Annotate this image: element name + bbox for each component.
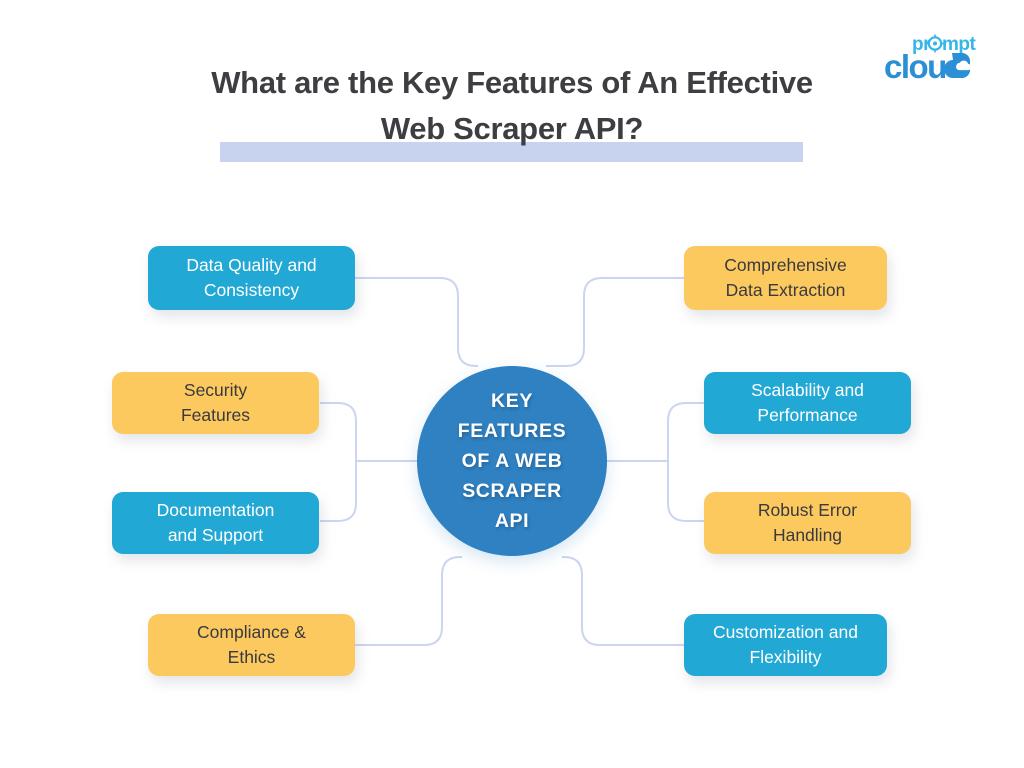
connector-right-4	[562, 556, 684, 646]
connector-left-1	[355, 277, 478, 367]
feature-label: Compliance & Ethics	[197, 622, 306, 667]
center-node-key-features[interactable]: KEY FEATURES OF A WEB SCRAPER API	[417, 366, 607, 556]
connector-right-bracket	[667, 402, 704, 522]
page-title-block: What are the Key Features of An Effectiv…	[180, 60, 844, 152]
feature-label: Robust Error Handling	[757, 500, 858, 545]
feature-node-customization-and-flexibility[interactable]: Customization and Flexibility	[684, 614, 887, 676]
infographic-canvas: pr mpt clou What are the Key Features of…	[0, 0, 1024, 768]
center-node-label: KEY FEATURES OF A WEB SCRAPER API	[457, 390, 567, 532]
feature-node-security-features[interactable]: Security Features	[112, 372, 319, 434]
connector-left-bracket	[320, 402, 357, 522]
feature-label: Customization and Flexibility	[713, 622, 858, 667]
feature-node-compliance-and-ethics[interactable]: Compliance & Ethics	[148, 614, 355, 676]
feature-label: Comprehensive Data Extraction	[724, 255, 847, 300]
feature-label: Documentation and Support	[156, 500, 275, 545]
connector-left-4	[355, 556, 462, 646]
feature-node-scalability-and-performance[interactable]: Scalability and Performance	[704, 372, 911, 434]
feature-node-data-quality-and-consistency[interactable]: Data Quality and Consistency	[148, 246, 355, 310]
feature-label: Scalability and Performance	[751, 380, 864, 425]
page-title: What are the Key Features of An Effectiv…	[211, 65, 813, 146]
feature-node-comprehensive-data-extraction[interactable]: Comprehensive Data Extraction	[684, 246, 887, 310]
connector-right-1	[546, 277, 684, 367]
feature-node-robust-error-handling[interactable]: Robust Error Handling	[704, 492, 911, 554]
feature-node-documentation-and-support[interactable]: Documentation and Support	[112, 492, 319, 554]
feature-label: Data Quality and Consistency	[186, 255, 317, 300]
feature-label: Security Features	[180, 380, 251, 425]
